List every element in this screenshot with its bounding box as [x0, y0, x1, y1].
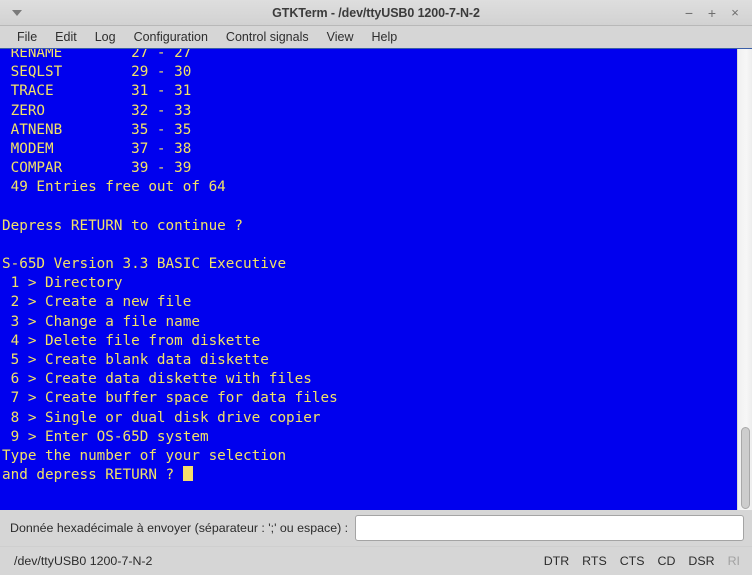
- menu-item-log[interactable]: Log: [86, 26, 125, 48]
- signal-ri[interactable]: RI: [728, 554, 740, 568]
- terminal-line: SEQLST 29 - 30: [2, 64, 192, 81]
- signal-cts[interactable]: CTS: [620, 554, 645, 568]
- menu-bar: File Edit Log Configuration Control sign…: [0, 26, 752, 49]
- terminal-line: and depress RETURN ?: [2, 466, 338, 485]
- terminal-line: 9 > Enter OS-65D system: [2, 428, 209, 445]
- terminal-line: 1 > Directory: [2, 275, 123, 292]
- terminal-line: Depress RETURN to continue ?: [2, 217, 244, 234]
- maximize-button[interactable]: +: [701, 2, 723, 23]
- terminal-line: Type the number of your selection: [2, 447, 287, 464]
- terminal-line: 7 > Create buffer space for data files: [2, 390, 338, 407]
- terminal-line: 49 Entries free out of 64: [2, 179, 226, 196]
- terminal-line: ATNENB 35 - 35: [2, 121, 192, 138]
- terminal-line: 3 > Change a file name: [2, 313, 200, 330]
- status-bar: /dev/ttyUSB0 1200-7-N-2 DTR RTS CTS CD D…: [0, 546, 752, 575]
- chevron-down-icon[interactable]: [4, 0, 30, 25]
- menu-item-view[interactable]: View: [318, 26, 363, 48]
- terminal-line: ZERO 32 - 33: [2, 102, 192, 119]
- signal-dtr[interactable]: DTR: [544, 554, 569, 568]
- terminal-cursor: [182, 466, 193, 482]
- terminal-line: 4 > Delete file from diskette: [2, 332, 261, 349]
- terminal-line: 6 > Create data diskette with files: [2, 371, 312, 388]
- signal-rts[interactable]: RTS: [582, 554, 607, 568]
- window-title: GTKTerm - /dev/ttyUSB0 1200-7-N-2: [272, 5, 480, 20]
- terminal-line: 2 > Create a new file: [2, 294, 192, 311]
- hex-send-bar: Donnée hexadécimale à envoyer (séparateu…: [0, 510, 752, 546]
- terminal-text: RENAME 27 - 27 SEQLST 29 - 30 TRACE 31 -…: [2, 49, 338, 485]
- terminal-line: S-65D Version 3.3 BASIC Executive: [2, 256, 287, 273]
- menu-item-file[interactable]: File: [8, 26, 46, 48]
- menu-item-control-signals[interactable]: Control signals: [217, 26, 318, 48]
- scrollbar-thumb[interactable]: [741, 427, 750, 509]
- close-button[interactable]: ×: [724, 2, 746, 23]
- status-port-label: /dev/ttyUSB0 1200-7-N-2: [14, 554, 153, 568]
- terminal-line: 5 > Create blank data diskette: [2, 352, 269, 368]
- terminal-line: 8 > Single or dual disk drive copier: [2, 409, 321, 426]
- minimize-button[interactable]: −: [678, 2, 700, 23]
- terminal-output[interactable]: RENAME 27 - 27 SEQLST 29 - 30 TRACE 31 -…: [0, 49, 737, 510]
- window-controls: − + ×: [678, 0, 746, 25]
- title-bar: GTKTerm - /dev/ttyUSB0 1200-7-N-2 − + ×: [0, 0, 752, 26]
- terminal-line: COMPAR 39 - 39: [2, 160, 192, 177]
- signal-indicators: DTR RTS CTS CD DSR RI: [544, 554, 740, 568]
- menu-item-help[interactable]: Help: [362, 26, 406, 48]
- hex-send-input[interactable]: [355, 515, 744, 541]
- terminal-line: RENAME 27 - 27: [2, 49, 192, 61]
- menu-item-configuration[interactable]: Configuration: [125, 26, 217, 48]
- terminal-scrollbar[interactable]: [737, 49, 752, 510]
- hex-send-label: Donnée hexadécimale à envoyer (séparateu…: [10, 521, 349, 535]
- menu-item-edit[interactable]: Edit: [46, 26, 86, 48]
- terminal-line: TRACE 31 - 31: [2, 83, 192, 100]
- signal-dsr[interactable]: DSR: [688, 554, 714, 568]
- terminal-area: RENAME 27 - 27 SEQLST 29 - 30 TRACE 31 -…: [0, 49, 752, 510]
- signal-cd[interactable]: CD: [658, 554, 676, 568]
- terminal-line: MODEM 37 - 38: [2, 140, 192, 157]
- gtkterm-window: GTKTerm - /dev/ttyUSB0 1200-7-N-2 − + × …: [0, 0, 752, 575]
